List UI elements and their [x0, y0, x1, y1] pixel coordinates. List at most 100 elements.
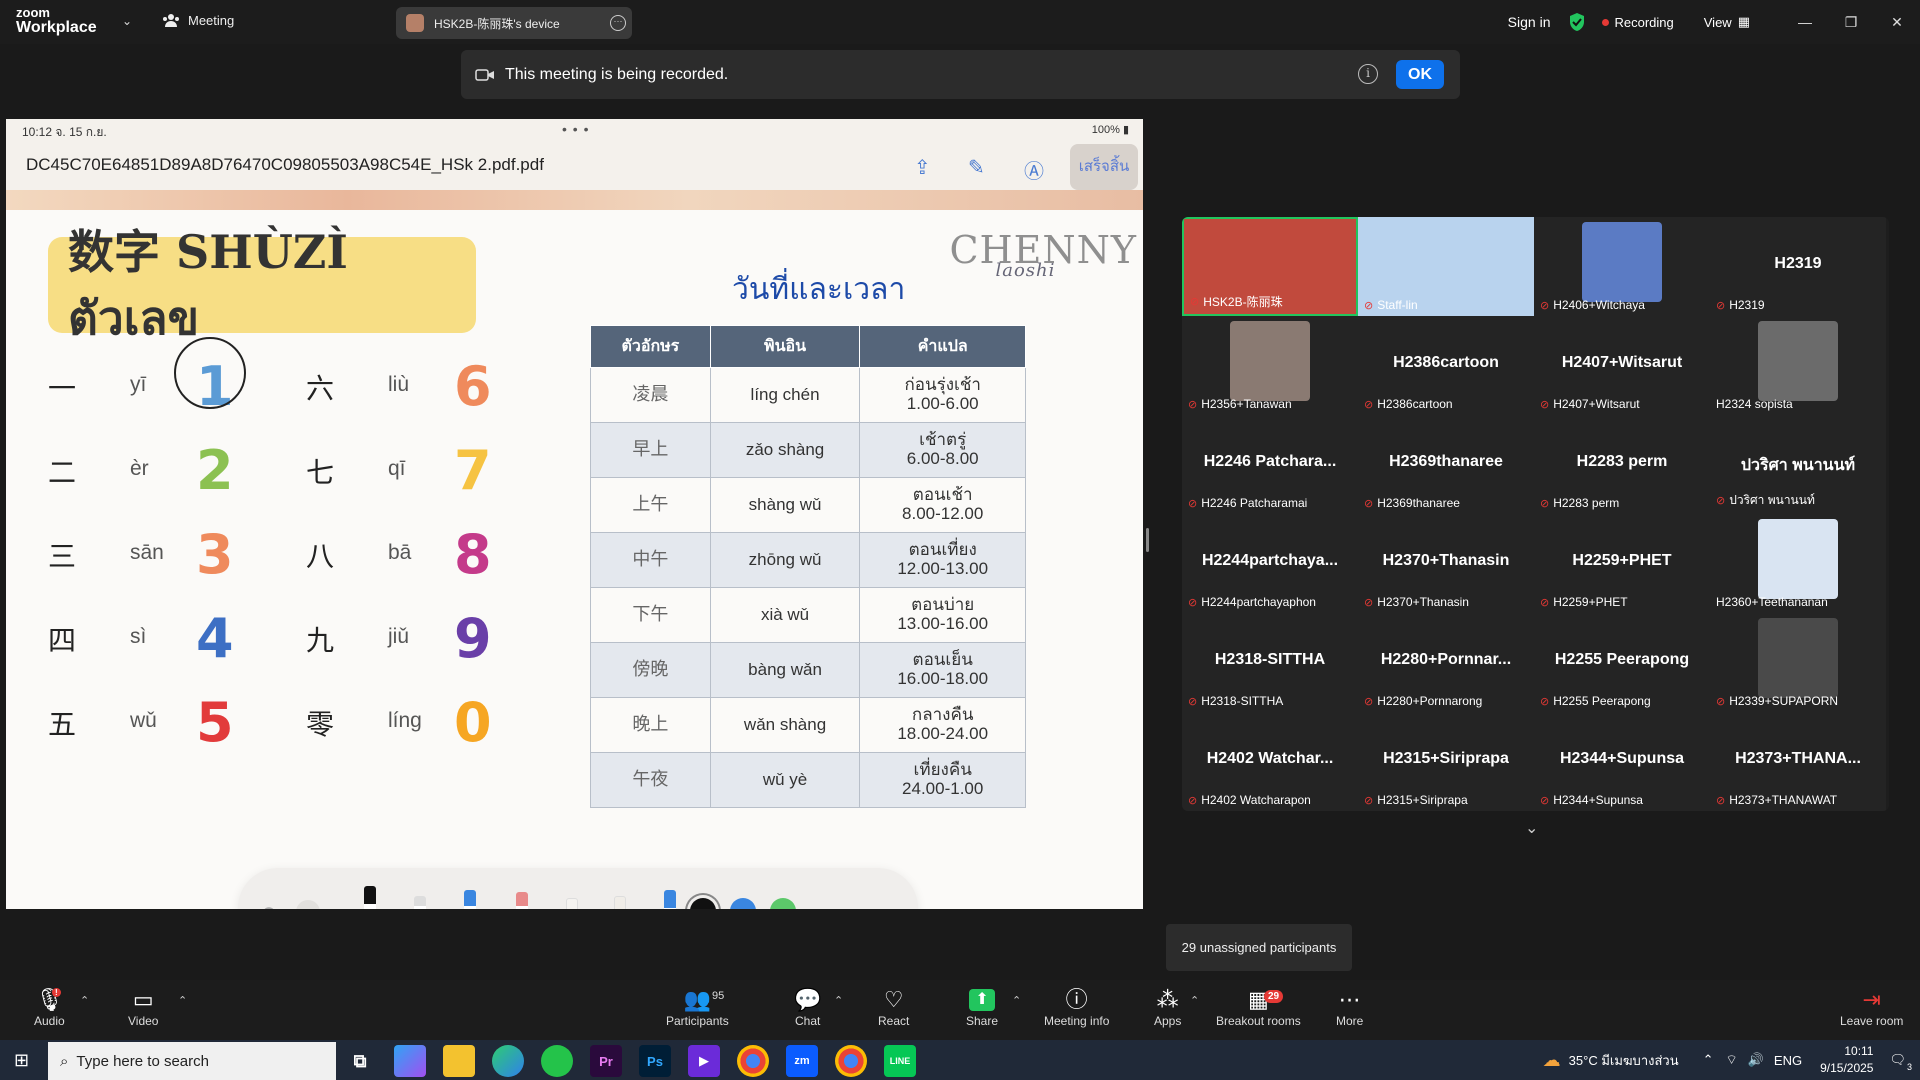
- chevron-down-icon[interactable]: ⌄: [1525, 818, 1538, 838]
- pencil-circle-icon[interactable]: Ⓐ: [1024, 155, 1044, 184]
- marker-tool[interactable]: [414, 896, 426, 909]
- line-icon[interactable]: LINE: [884, 1045, 916, 1077]
- participant-tile[interactable]: ⊘ H2339+SUPAPORN: [1710, 613, 1886, 712]
- resize-handle[interactable]: [1146, 528, 1149, 552]
- participant-tile[interactable]: H2402 Watchar... ⊘ H2402 Watcharapon: [1182, 712, 1358, 811]
- photoshop-icon[interactable]: Ps: [639, 1045, 671, 1077]
- video-options-caret-icon[interactable]: ⌃: [178, 994, 187, 1007]
- highlighter-tool[interactable]: [464, 890, 476, 909]
- network-icon[interactable]: ⌔: [1726, 1052, 1738, 1068]
- language-indicator[interactable]: ENG: [1774, 1053, 1802, 1068]
- participant-tile[interactable]: H2369thanaree ⊘ H2369thanaree: [1358, 415, 1534, 514]
- participant-tile[interactable]: H2246 Patchara... ⊘ H2246 Patcharamai: [1182, 415, 1358, 514]
- apps-options-caret-icon[interactable]: ⌃: [1190, 994, 1199, 1007]
- participant-tile[interactable]: H2319 ⊘ H2319: [1710, 217, 1886, 316]
- color-swatch[interactable]: [770, 898, 796, 909]
- minimize-icon[interactable]: —: [1782, 14, 1828, 30]
- zoom-logo[interactable]: zoom Workplace: [16, 6, 97, 36]
- redo-icon[interactable]: [296, 900, 320, 909]
- apps-button[interactable]: ⁂ Apps: [1154, 986, 1181, 1028]
- fountain-pen-tool[interactable]: [664, 890, 676, 909]
- zoom-taskbar-icon[interactable]: zm: [786, 1045, 818, 1077]
- clock[interactable]: 10:11 9/15/2025: [1820, 1043, 1873, 1077]
- file-explorer-icon[interactable]: [443, 1045, 475, 1077]
- copilot-icon[interactable]: [394, 1045, 426, 1077]
- share-options-caret-icon[interactable]: ⌃: [1012, 994, 1021, 1007]
- premiere-icon[interactable]: Pr: [590, 1045, 622, 1077]
- participant-tile[interactable]: ⊘H2324 sopista: [1710, 316, 1886, 415]
- leave-room-button[interactable]: ⇥ Leave room: [1840, 986, 1903, 1028]
- more-button[interactable]: ⋯ More: [1336, 986, 1363, 1028]
- participant-tile[interactable]: H2283 perm ⊘ H2283 perm: [1534, 415, 1710, 514]
- share-button[interactable]: ⬆ Share: [966, 986, 998, 1028]
- participant-tile[interactable]: H2259+PHET ⊘ H2259+PHET: [1534, 514, 1710, 613]
- participant-tile[interactable]: H2315+Siriprapa ⊘ H2315+Siriprapa: [1358, 712, 1534, 811]
- restore-icon[interactable]: ❐: [1828, 14, 1874, 31]
- color-swatch[interactable]: [730, 898, 756, 909]
- participant-tile[interactable]: H2407+Witsarut ⊘ H2407+Witsarut: [1534, 316, 1710, 415]
- recording-indicator[interactable]: Recording: [1602, 15, 1674, 30]
- share-icon[interactable]: ⇪: [914, 155, 931, 180]
- shared-screen[interactable]: 10:12 จ. 15 ก.ย. 100% ▮ • • • DC45C70E64…: [6, 119, 1143, 909]
- speaker-icon[interactable]: 🔊: [1748, 1052, 1764, 1068]
- participant-tile[interactable]: ⊘ H2406+Witchaya: [1534, 217, 1710, 316]
- chrome-profile-icon[interactable]: [835, 1045, 867, 1077]
- audio-options-caret-icon[interactable]: ⌃: [80, 994, 89, 1007]
- lasso-tool[interactable]: [566, 898, 578, 909]
- chevron-down-icon[interactable]: ⌄: [122, 14, 132, 28]
- participant-tile[interactable]: ⊘ HSK2B-陈丽珠: [1182, 217, 1358, 316]
- meeting-tab[interactable]: Meeting: [162, 12, 234, 28]
- participant-tile[interactable]: H2318-SITTHA ⊘ H2318-SITTHA: [1182, 613, 1358, 712]
- device-tab[interactable]: HSK2B-陈丽珠's device ···: [396, 7, 632, 39]
- taskbar-search[interactable]: ⌕ Type here to search: [48, 1042, 336, 1080]
- markup-icon[interactable]: ✎: [968, 155, 985, 180]
- weather-text[interactable]: 35°C มีเมฆบางส่วน: [1569, 1050, 1679, 1071]
- participant-display-name: H2318-SITTHA: [1214, 651, 1326, 668]
- pen-tool[interactable]: [364, 886, 376, 909]
- participant-tile[interactable]: ⊘ H2356+Tanawan: [1182, 316, 1358, 415]
- mic-muted-icon: ⊘: [1716, 794, 1726, 807]
- sign-in-link[interactable]: Sign in: [1508, 14, 1551, 30]
- meeting-info-button[interactable]: ⓘ Meeting info: [1044, 986, 1109, 1028]
- video-button[interactable]: ▭ Video: [128, 986, 158, 1028]
- participant-tile[interactable]: ⊘H2360+Teethananan: [1710, 514, 1886, 613]
- notifications-icon[interactable]: 🗨 3: [1889, 1052, 1912, 1072]
- weather-icon[interactable]: ☁: [1543, 1050, 1561, 1071]
- participant-tile[interactable]: H2244partchaya... ⊘ H2244partchayaphon: [1182, 514, 1358, 613]
- eraser-tool[interactable]: [516, 892, 528, 909]
- view-button[interactable]: View ▦: [1704, 14, 1750, 30]
- ruler-tool[interactable]: [614, 896, 626, 909]
- add-icon[interactable]: +: [844, 902, 857, 909]
- edge-icon[interactable]: [492, 1045, 524, 1077]
- undo-icon[interactable]: ↶: [258, 902, 276, 909]
- close-icon[interactable]: ✕: [1874, 14, 1920, 31]
- more-icon[interactable]: ···: [880, 898, 902, 909]
- participant-tile[interactable]: H2344+Supunsa ⊘ H2344+Supunsa: [1534, 712, 1710, 811]
- chat-options-caret-icon[interactable]: ⌃: [834, 994, 843, 1007]
- visual-studio-icon[interactable]: ▶: [688, 1045, 720, 1077]
- participant-tile[interactable]: H2280+Pornnar... ⊘ H2280+Pornnarong: [1358, 613, 1534, 712]
- color-swatch[interactable]: [690, 898, 716, 909]
- pdf-file-name[interactable]: DC45C70E64851D89A8D76470C09805503A98C54E…: [26, 155, 544, 175]
- participant-tile[interactable]: ปวริศา พนานนท์ ⊘ ปวริศา พนานนท์: [1710, 415, 1886, 514]
- task-view-icon[interactable]: ⧉: [344, 1045, 376, 1077]
- participant-tile[interactable]: H2255 Peerapong ⊘ H2255 Peerapong: [1534, 613, 1710, 712]
- security-shield-icon[interactable]: [1568, 12, 1586, 32]
- chrome-icon[interactable]: [737, 1045, 769, 1077]
- meeting-label: Meeting: [188, 12, 235, 28]
- ok-button[interactable]: OK: [1396, 60, 1444, 89]
- chat-button[interactable]: 💬 Chat: [794, 986, 821, 1028]
- participant-tile[interactable]: H2373+THANA... ⊘ H2373+THANAWAT: [1710, 712, 1886, 811]
- info-icon[interactable]: i: [1358, 64, 1378, 84]
- participant-tile[interactable]: ⊘ Staff-lin: [1358, 217, 1534, 316]
- more-options-icon[interactable]: ···: [610, 15, 626, 31]
- done-button[interactable]: เสร็จสิ้น: [1070, 144, 1138, 190]
- react-button[interactable]: ♡ React: [878, 986, 909, 1028]
- participant-tile[interactable]: H2370+Thanasin ⊘ H2370+Thanasin: [1358, 514, 1534, 613]
- chevron-up-icon[interactable]: ⌃: [1703, 1052, 1714, 1068]
- windows-start-icon[interactable]: ⊞: [14, 1050, 29, 1071]
- wechat-icon[interactable]: [541, 1045, 573, 1077]
- breakout-rooms-button[interactable]: ▦ Breakout rooms: [1216, 986, 1301, 1028]
- participant-tile[interactable]: H2386cartoon ⊘ H2386cartoon: [1358, 316, 1534, 415]
- more-dots-icon[interactable]: • • •: [562, 121, 589, 137]
